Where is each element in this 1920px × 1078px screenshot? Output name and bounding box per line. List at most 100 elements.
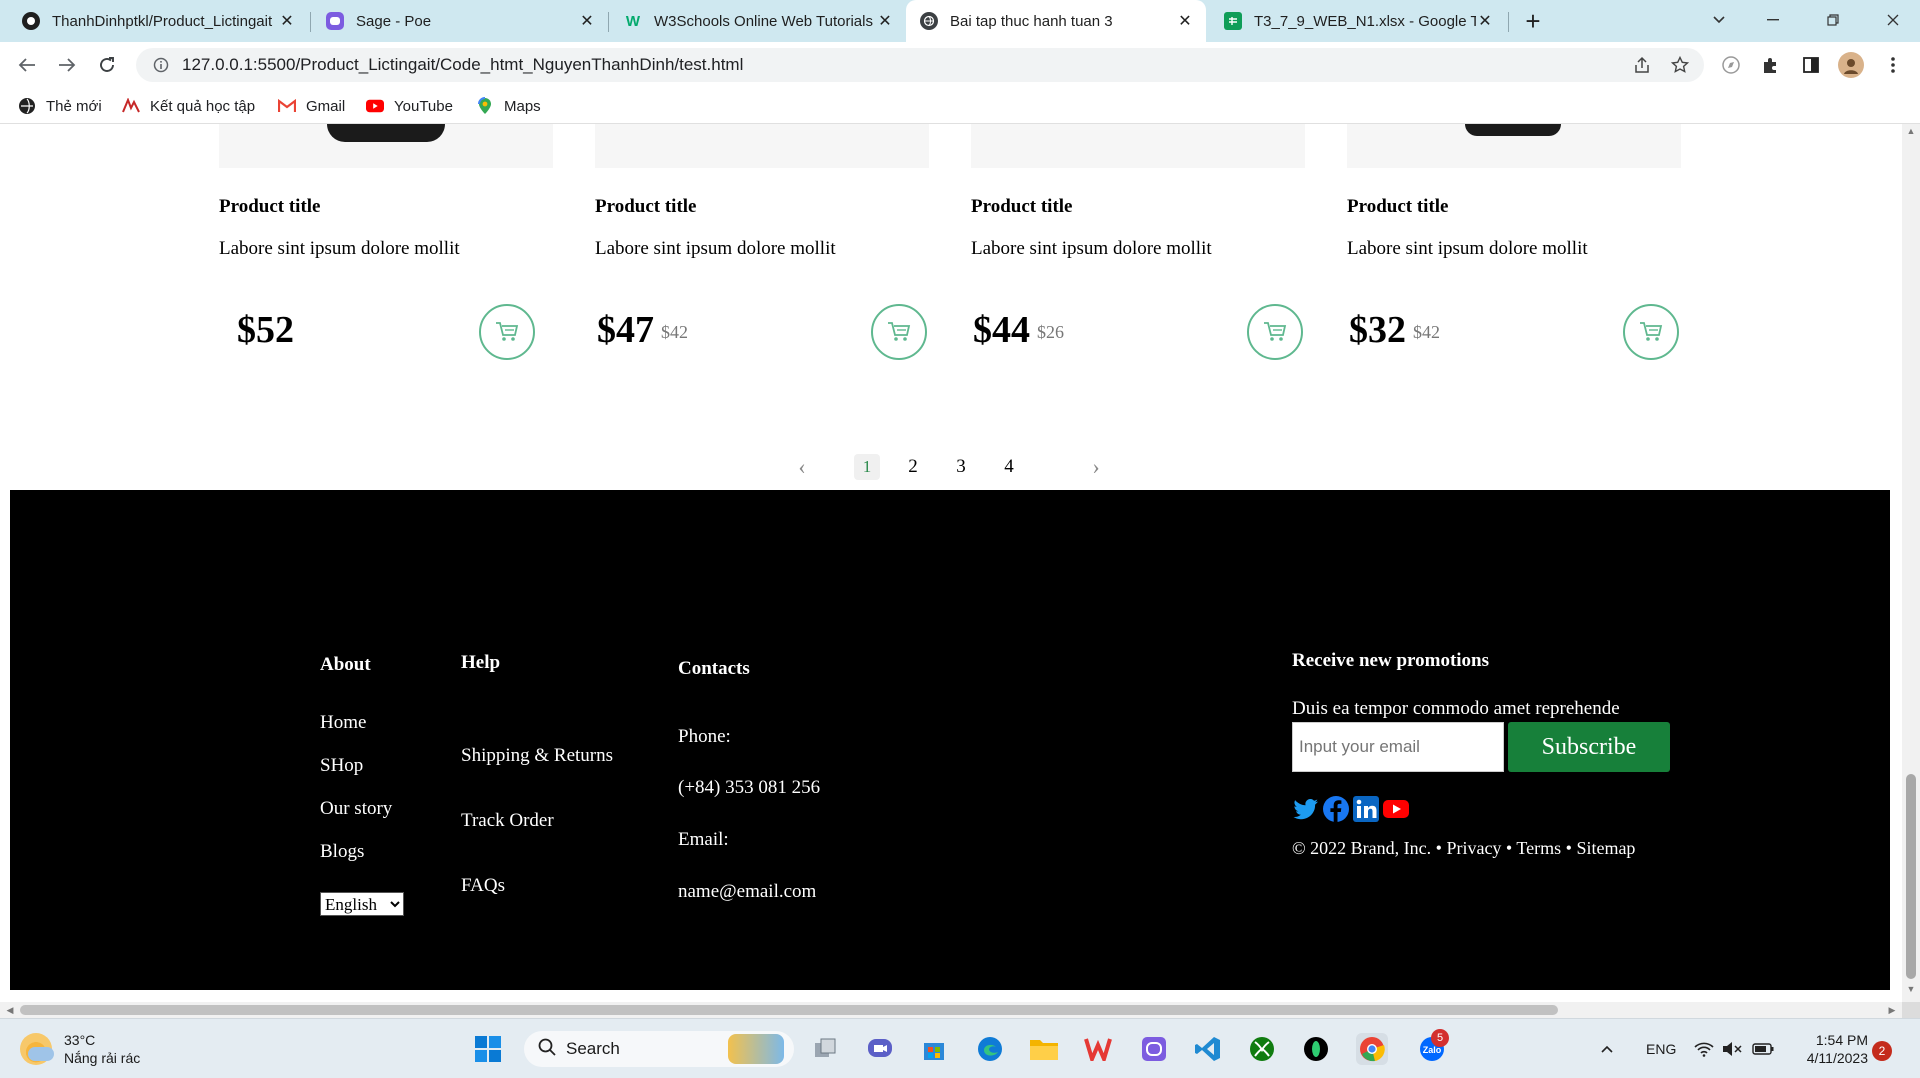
footer-link-faqs[interactable]: FAQs — [461, 875, 505, 897]
side-panel-icon[interactable] — [1798, 52, 1824, 78]
tab-w3schools[interactable]: W W3Schools Online Web Tutorials ✕ — [610, 0, 906, 42]
notification-count-badge[interactable]: 2 — [1872, 1041, 1892, 1061]
footer-link-our-story[interactable]: Our story — [320, 798, 392, 820]
show-hidden-icons-icon[interactable] — [1600, 1019, 1624, 1078]
language-select[interactable]: English — [320, 892, 404, 916]
product-image[interactable] — [595, 124, 929, 168]
product-title[interactable]: Product title — [1347, 196, 1449, 218]
bookmark-maps[interactable]: Maps — [476, 95, 541, 117]
bookmark-new-tab[interactable]: Thẻ mới — [18, 95, 102, 117]
extensions-puzzle-icon[interactable] — [1758, 52, 1784, 78]
weather-temperature: 33°C — [64, 1032, 96, 1048]
product-image[interactable] — [219, 124, 553, 168]
footer-link-shop[interactable]: SHop — [320, 755, 363, 777]
close-icon[interactable]: ✕ — [278, 12, 296, 30]
tab-poe[interactable]: Sage - Poe ✕ — [312, 0, 608, 42]
address-bar[interactable]: 127.0.0.1:5500/Product_Lictingait/Code_h… — [136, 48, 1704, 82]
footer-link-home[interactable]: Home — [320, 712, 366, 734]
pagination-prev-icon[interactable]: ‹ — [790, 454, 814, 480]
add-to-cart-button[interactable] — [871, 304, 927, 360]
volume-muted-icon[interactable] — [1722, 1019, 1742, 1078]
bookmark-star-icon[interactable] — [1668, 53, 1692, 77]
browser-menu-icon[interactable] — [1880, 52, 1906, 78]
reload-icon[interactable] — [92, 50, 122, 80]
scroll-up-icon[interactable]: ▲ — [1902, 126, 1920, 140]
subscribe-button[interactable]: Subscribe — [1508, 722, 1670, 772]
youtube-icon[interactable] — [1382, 795, 1410, 823]
poe-app-icon[interactable] — [1138, 1033, 1170, 1065]
teams-chat-icon[interactable] — [864, 1033, 896, 1065]
product-title[interactable]: Product title — [971, 196, 1073, 218]
product-title[interactable]: Product title — [595, 196, 697, 218]
coc-coc-icon[interactable] — [1300, 1033, 1332, 1065]
linkedin-icon[interactable] — [1352, 795, 1380, 823]
horizontal-scroll-thumb[interactable] — [20, 1005, 1558, 1015]
product-title[interactable]: Product title — [219, 196, 321, 218]
twitter-icon[interactable] — [1292, 795, 1320, 823]
close-icon[interactable]: ✕ — [1476, 12, 1494, 30]
close-icon[interactable]: ✕ — [578, 12, 596, 30]
vertical-scroll-thumb[interactable] — [1906, 774, 1916, 979]
taskbar-search-box[interactable]: Search — [524, 1031, 794, 1067]
compass-extension-icon[interactable] — [1718, 52, 1744, 78]
pagination-page-current[interactable]: 1 — [854, 454, 880, 480]
back-icon[interactable] — [12, 50, 42, 80]
forward-icon[interactable] — [52, 50, 82, 80]
pagination-next-icon[interactable]: › — [1084, 454, 1108, 480]
system-clock[interactable]: 1:54 PM 4/11/2023 — [1780, 1031, 1868, 1067]
task-view-icon[interactable] — [810, 1033, 842, 1065]
footer-link-track-order[interactable]: Track Order — [461, 810, 554, 832]
horizontal-scrollbar[interactable]: ◀ ▶ — [0, 1002, 1902, 1018]
pagination-page[interactable]: 3 — [948, 454, 974, 480]
footer-link-blogs[interactable]: Blogs — [320, 841, 364, 863]
add-to-cart-button[interactable] — [1623, 304, 1679, 360]
close-icon[interactable]: ✕ — [876, 12, 894, 30]
chrome-icon[interactable] — [1356, 1033, 1388, 1065]
share-icon[interactable] — [1630, 53, 1654, 77]
xbox-icon[interactable] — [1246, 1033, 1278, 1065]
product-image[interactable] — [971, 124, 1305, 168]
site-info-icon[interactable] — [144, 57, 178, 73]
scroll-right-icon[interactable]: ▶ — [1884, 1002, 1900, 1018]
footer-help-heading: Help — [461, 652, 501, 673]
restore-icon[interactable] — [1810, 0, 1856, 40]
bookmark-label: Kết quả học tập — [150, 97, 256, 115]
footer-link-shipping-returns[interactable]: Shipping & Returns — [461, 745, 613, 767]
url-text[interactable]: 127.0.0.1:5500/Product_Lictingait/Code_h… — [182, 55, 743, 75]
tab-search-dropdown-icon[interactable] — [1696, 0, 1742, 40]
bookmark-youtube[interactable]: YouTube — [366, 95, 453, 117]
tab-sheets[interactable]: T3_7_9_WEB_N1.xlsx - Google Tra ✕ — [1210, 0, 1506, 42]
battery-icon[interactable] — [1752, 1019, 1774, 1078]
bookmark-ket-qua-hoc-tap[interactable]: Kết quả học tập — [122, 95, 255, 117]
input-language[interactable]: ENG — [1646, 1019, 1676, 1078]
file-explorer-icon[interactable] — [1028, 1033, 1060, 1065]
close-icon[interactable]: ✕ — [1176, 12, 1194, 30]
minimize-icon[interactable] — [1750, 0, 1796, 40]
add-to-cart-button[interactable] — [1247, 304, 1303, 360]
weather-widget[interactable]: 33°C Nắng rải rác — [20, 1031, 140, 1067]
scroll-down-icon[interactable]: ▼ — [1902, 984, 1920, 998]
microsoft-store-icon[interactable] — [918, 1033, 950, 1065]
wps-office-icon[interactable] — [1082, 1033, 1114, 1065]
close-window-icon[interactable] — [1870, 0, 1916, 40]
tab-github[interactable]: ThanhDinhptkl/Product_Lictingait ✕ — [8, 0, 308, 42]
vscode-icon[interactable] — [1192, 1033, 1224, 1065]
vertical-scrollbar[interactable]: ▲ ▼ — [1902, 124, 1920, 1002]
scroll-left-icon[interactable]: ◀ — [2, 1002, 18, 1018]
newsletter-email-input[interactable] — [1292, 722, 1504, 772]
new-tab-button[interactable]: + — [1518, 6, 1548, 36]
profile-avatar[interactable] — [1838, 52, 1864, 78]
globe-icon — [18, 97, 36, 115]
tab-active-page[interactable]: Bai tap thuc hanh tuan 3 ✕ — [906, 0, 1206, 42]
windows-start-icon[interactable] — [472, 1033, 504, 1065]
pagination-page[interactable]: 4 — [996, 454, 1022, 480]
bookmark-label: YouTube — [394, 97, 453, 115]
facebook-icon[interactable] — [1322, 795, 1350, 823]
edge-browser-icon[interactable] — [974, 1033, 1006, 1065]
pagination-page[interactable]: 2 — [900, 454, 926, 480]
product-image[interactable] — [1347, 124, 1681, 168]
add-to-cart-button[interactable] — [479, 304, 535, 360]
wifi-icon[interactable] — [1694, 1019, 1714, 1078]
bookmark-gmail[interactable]: Gmail — [278, 95, 345, 117]
email-address[interactable]: name@email.com — [678, 881, 816, 903]
